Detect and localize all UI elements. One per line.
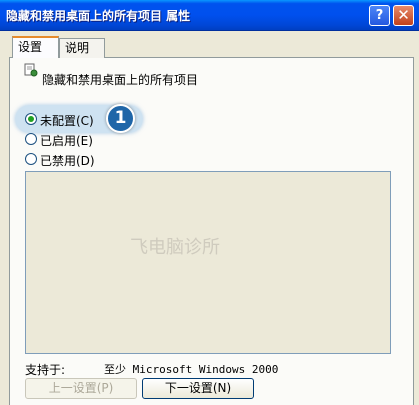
radio-not-configured-label[interactable]: 未配置(C) — [40, 112, 94, 129]
help-button[interactable]: ? — [369, 5, 390, 26]
next-setting-button[interactable]: 下一设置(N) — [142, 378, 254, 399]
policy-title: 隐藏和禁用桌面上的所有项目 — [42, 73, 199, 87]
radio-enabled[interactable] — [25, 133, 37, 145]
close-button[interactable]: ✕ — [393, 5, 414, 26]
comment-area — [25, 171, 391, 354]
step-number-badge: 1 — [106, 104, 135, 133]
tab-settings[interactable]: 设置 — [12, 36, 59, 58]
radio-disabled[interactable] — [25, 153, 37, 165]
window-title: 隐藏和禁用桌面上的所有项目 属性 — [6, 9, 191, 23]
title-bar[interactable]: 隐藏和禁用桌面上的所有项目 属性 ? ✕ — [0, 0, 419, 31]
supported-on-value: 至少 Microsoft Windows 2000 — [104, 363, 279, 376]
previous-setting-button[interactable]: 上一设置(P) — [25, 378, 137, 399]
properties-dialog: 隐藏和禁用桌面上的所有项目 属性 ? ✕ 说明 设置 隐藏和禁用桌面上的所有项目… — [0, 0, 419, 405]
radio-enabled-label[interactable]: 已启用(E) — [40, 132, 93, 149]
radio-disabled-label[interactable]: 已禁用(D) — [40, 152, 95, 169]
supported-on-label: 支持于: — [25, 363, 66, 377]
radio-not-configured[interactable] — [25, 113, 37, 125]
watermark: 飞电脑诊所 — [130, 237, 220, 258]
policy-setting-icon — [24, 63, 38, 77]
tab-explain[interactable]: 说明 — [59, 38, 105, 58]
